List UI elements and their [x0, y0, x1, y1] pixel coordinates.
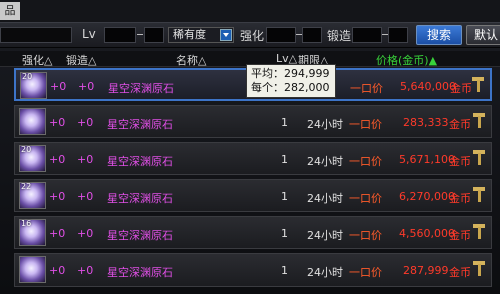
- strength-label: 强化: [240, 29, 265, 43]
- lock-cell: +0: [78, 80, 95, 93]
- lock-label: 锻造: [327, 29, 352, 43]
- name-cell: 星空深渊原石: [108, 82, 174, 95]
- lv-cell: 1: [281, 153, 288, 166]
- gem-icon: 20: [20, 72, 47, 99]
- price-cell: 6,270,000: [399, 190, 455, 203]
- item-name-input[interactable]: [0, 27, 72, 43]
- rarity-select[interactable]: 稀有度: [168, 27, 234, 43]
- hammer-icon: [473, 224, 485, 240]
- currency-cell: 金币: [450, 82, 472, 95]
- table-row[interactable]: +0 +0 星空深渊原石 1 24小时 一口价 287,999 金币: [14, 253, 492, 287]
- currency-cell: 金币: [449, 229, 471, 242]
- time-cell: 24小时: [307, 192, 343, 205]
- name-cell: 星空深渊原石: [107, 155, 173, 168]
- tab-item[interactable]: 品: [0, 2, 20, 20]
- currency-cell: 金币: [449, 155, 471, 168]
- strength-cell: +0: [49, 116, 66, 129]
- lock-min-input[interactable]: [352, 27, 382, 43]
- default-button[interactable]: 默认: [466, 25, 500, 45]
- name-cell: 星空深渊原石: [107, 266, 173, 279]
- gem-icon: [19, 256, 46, 283]
- time-cell: 24小时: [307, 155, 343, 168]
- avg-value: 294,999: [284, 67, 330, 80]
- strength-cell: +0: [49, 264, 66, 277]
- lv-min-input[interactable]: [104, 27, 136, 43]
- currency-cell: 金币: [449, 192, 471, 205]
- gem-icon: 22: [19, 182, 46, 209]
- currency-cell: 金币: [449, 118, 471, 131]
- name-cell: 星空深渊原石: [107, 229, 173, 242]
- stack-count: 20: [21, 145, 32, 154]
- each-label: 每个：: [251, 81, 284, 94]
- lock-max-input[interactable]: [388, 27, 408, 43]
- stack-count: 16: [21, 219, 32, 228]
- price-type-cell: 一口价: [349, 229, 382, 242]
- table-row[interactable]: 16 +0 +0 星空深渊原石 1 24小时 一口价 4,560,000 金币: [14, 216, 492, 249]
- currency-cell: 金币: [449, 266, 471, 279]
- col-lock[interactable]: 锻造△: [66, 52, 96, 68]
- chevron-down-icon[interactable]: [220, 29, 232, 41]
- price-cell: 283,333: [403, 116, 449, 129]
- lv-label: Lv: [82, 27, 96, 41]
- avg-label: 平均：: [251, 67, 284, 80]
- gem-icon: [19, 108, 46, 135]
- gem-icon: 16: [19, 219, 46, 246]
- table-row[interactable]: 20 +0 +0 星空深渊原石 1 24小时 一口价 5,671,100 金币: [14, 142, 492, 175]
- lv-cell: 1: [281, 116, 288, 129]
- price-type-cell: 一口价: [350, 82, 383, 95]
- search-button[interactable]: 搜索: [416, 25, 462, 45]
- lock-cell: +0: [77, 227, 94, 240]
- col-strength[interactable]: 强化△: [22, 52, 52, 68]
- lv-max-input[interactable]: [144, 27, 164, 43]
- strength-cell: +0: [49, 190, 66, 203]
- lv-cell: 1: [281, 264, 288, 277]
- lv-cell: 1: [281, 227, 288, 240]
- price-cell: 287,999: [403, 264, 449, 277]
- lock-cell: +0: [77, 153, 94, 166]
- col-name[interactable]: 名称△: [176, 52, 206, 68]
- gem-icon: 20: [19, 145, 46, 172]
- strength-max-input[interactable]: [302, 27, 322, 43]
- price-type-cell: 一口价: [349, 192, 382, 205]
- hammer-icon: [472, 77, 484, 93]
- lv-cell: 1: [281, 190, 288, 203]
- name-cell: 星空深渊原石: [107, 118, 173, 131]
- strength-cell: +0: [49, 153, 66, 166]
- hammer-icon: [473, 261, 485, 277]
- rarity-value: 稀有度: [173, 28, 206, 41]
- time-cell: 24小时: [307, 118, 343, 131]
- price-type-cell: 一口价: [349, 266, 382, 279]
- price-cell: 4,560,000: [399, 227, 455, 240]
- lock-cell: +0: [77, 190, 94, 203]
- auction-window: 品 Lv 稀有度 强化 锻造 搜索 默认 强化△ 锻造△ 名称△ Lv△ 期限△…: [0, 0, 500, 294]
- window-top-strip: [0, 0, 500, 22]
- hammer-icon: [473, 187, 485, 203]
- lv-dash: [137, 34, 143, 35]
- stack-count: 20: [22, 72, 33, 81]
- strength-cell: +0: [50, 80, 67, 93]
- col-price[interactable]: 价格(金币)▲: [376, 52, 437, 68]
- lock-cell: +0: [77, 116, 94, 129]
- stack-count: 22: [21, 182, 32, 191]
- hammer-icon: [473, 150, 485, 166]
- table-row[interactable]: +0 +0 星空深渊原石 1 24小时 一口价 283,333 金币: [14, 105, 492, 138]
- strength-min-input[interactable]: [266, 27, 296, 43]
- price-tooltip: 平均：294,999 每个：282,000: [246, 64, 336, 98]
- lock-cell: +0: [77, 264, 94, 277]
- price-cell: 5,640,000: [400, 80, 456, 93]
- price-type-cell: 一口价: [349, 118, 382, 131]
- table-row[interactable]: 22 +0 +0 星空深渊原石 1 24小时 一口价 6,270,000 金币: [14, 179, 492, 212]
- price-cell: 5,671,100: [399, 153, 455, 166]
- time-cell: 24小时: [307, 229, 343, 242]
- price-type-cell: 一口价: [349, 155, 382, 168]
- each-value: 282,000: [284, 81, 330, 94]
- time-cell: 24小时: [307, 266, 343, 279]
- hammer-icon: [473, 113, 485, 129]
- strength-cell: +0: [49, 227, 66, 240]
- name-cell: 星空深渊原石: [107, 192, 173, 205]
